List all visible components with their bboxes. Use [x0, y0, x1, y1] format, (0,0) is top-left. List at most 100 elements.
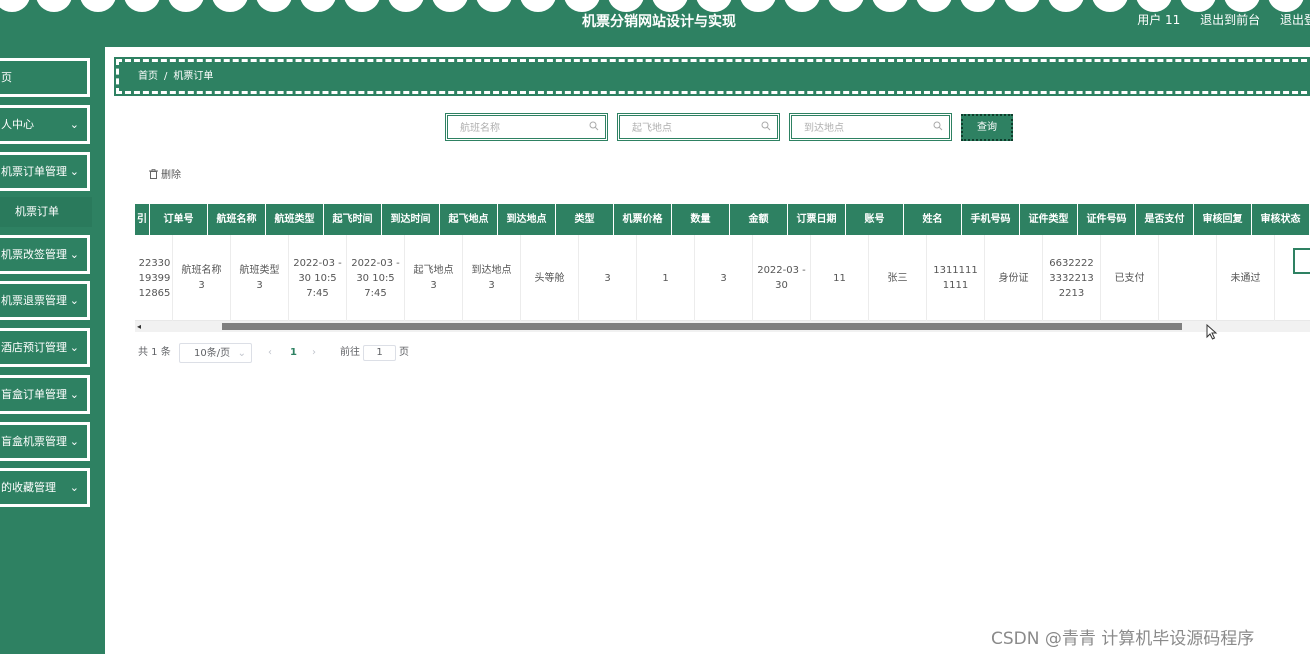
breadcrumb-separator: / — [164, 71, 168, 82]
sidebar-item-label: 机票改签管理 — [1, 248, 67, 261]
col-header: 机票价格 — [614, 204, 672, 235]
breadcrumb-home[interactable]: 首页 — [138, 71, 158, 82]
page-size-select[interactable]: 10条/页 ⌄ — [179, 343, 252, 363]
table-cell: 3 — [695, 235, 753, 321]
sidebar-item-ticket-change[interactable]: 机票改签管理 ⌄ — [0, 235, 90, 274]
breadcrumb-current: 机票订单 — [173, 71, 214, 82]
top-right-links: 用户 11 退出到前台 退出登 — [1121, 11, 1310, 28]
back-to-front-link[interactable]: 退出到前台 — [1200, 13, 1260, 27]
scrollbar-thumb[interactable] — [222, 323, 1182, 330]
table-cell-order-no: 2233019399 12865 — [135, 235, 173, 321]
goto-label: 前往 — [340, 347, 360, 358]
departure-search — [617, 113, 780, 141]
chevron-down-icon: ⌄ — [69, 435, 79, 448]
search-icon — [761, 121, 771, 131]
table-cell — [1159, 235, 1217, 321]
table-cell: 1311111 1111 — [927, 235, 985, 321]
horizontal-scrollbar[interactable]: ◂ — [135, 321, 1310, 332]
current-user: 用户 11 — [1137, 13, 1181, 27]
sidebar: 页 人中心 ⌄ 机票订单管理 ⌄ 机票订单 机票改签管理 ⌄ 机票退票管理 ⌄ 酒店预订… — [0, 47, 105, 654]
col-header: 类型 — [556, 204, 614, 235]
site-title: 机票分销网站设计与实现 — [582, 14, 736, 30]
sidebar-item-label: 盲盒订单管理 — [1, 388, 67, 401]
sidebar-item-label: 机票订单管理 — [1, 165, 67, 178]
table-header: 引 订单号 航班名称 航班类型 起飞时间 到达时间 起飞地点 到达地点 类型 机… — [135, 204, 1310, 235]
arrival-search — [789, 113, 952, 141]
scroll-left-arrow-icon[interactable]: ◂ — [137, 321, 141, 332]
sidebar-item-label: 盲盒机票管理 — [1, 435, 67, 448]
col-header: 起飞地点 — [440, 204, 498, 235]
col-header: 账号 — [846, 204, 904, 235]
table-cell: 已支付 — [1101, 235, 1159, 321]
delete-label: 删除 — [161, 170, 181, 181]
col-header: 数量 — [672, 204, 730, 235]
table-row[interactable]: 2233019399 12865 航班名称 3 航班类型 3 2022-03 -… — [135, 235, 1310, 321]
flight-name-search — [445, 113, 608, 141]
page-number[interactable]: 1 — [290, 343, 297, 363]
col-header: 证件号码 — [1078, 204, 1136, 235]
chevron-down-icon: ⌄ — [69, 341, 79, 354]
col-header: 航班类型 — [266, 204, 324, 235]
chevron-down-icon: ⌄ — [69, 118, 79, 131]
search-icon — [933, 121, 943, 131]
logout-link[interactable]: 退出登 — [1280, 13, 1310, 27]
col-header: 到达时间 — [382, 204, 440, 235]
delete-button[interactable]: 删除 — [149, 166, 181, 181]
col-header: 证件类型 — [1020, 204, 1078, 235]
prev-page-button[interactable]: ‹ — [268, 343, 272, 363]
col-header: 引 — [135, 204, 150, 235]
sidebar-item-blindbox-tickets[interactable]: 盲盒机票管理 ⌄ — [0, 422, 90, 461]
chevron-down-icon: ⌄ — [69, 248, 79, 261]
table-cell: 未通过 — [1217, 235, 1275, 321]
breadcrumb: 首页 / 机票订单 — [114, 57, 1310, 96]
sidebar-item-label: 的收藏管理 — [1, 481, 56, 494]
table-cell: 11 — [811, 235, 869, 321]
flight-name-input[interactable] — [448, 117, 605, 140]
chevron-down-icon: ⌄ — [69, 481, 79, 494]
sidebar-item-ticket-refund[interactable]: 机票退票管理 ⌄ — [0, 281, 90, 320]
table-cell: 1 — [637, 235, 695, 321]
table-cell: 3 — [579, 235, 637, 321]
table-cell: 身份证 — [985, 235, 1043, 321]
sidebar-item-label: 页 — [1, 71, 12, 84]
sidebar-item-label: 酒店预订管理 — [1, 341, 67, 354]
sidebar-subitem-ticket-order[interactable]: 机票订单 — [0, 197, 92, 227]
col-header: 审核状态 — [1252, 204, 1310, 235]
sidebar-item-favorites[interactable]: 的收藏管理 ⌄ — [0, 468, 90, 507]
sidebar-item-label: 机票退票管理 — [1, 294, 67, 307]
row-action-button[interactable] — [1293, 248, 1310, 274]
col-header: 姓名 — [904, 204, 962, 235]
col-header: 是否支付 — [1136, 204, 1194, 235]
table-cell: 张三 — [869, 235, 927, 321]
table-cell: 航班名称 3 — [173, 235, 231, 321]
table-cell: 到达地点 3 — [463, 235, 521, 321]
sidebar-item-home[interactable]: 页 — [0, 58, 90, 97]
chevron-down-icon: ⌄ — [69, 165, 79, 178]
goto-page-input[interactable]: 1 — [363, 345, 396, 361]
total-count: 共 1 条 — [138, 347, 171, 358]
orders-table: 引 订单号 航班名称 航班类型 起飞时间 到达时间 起飞地点 到达地点 类型 机… — [135, 204, 1310, 334]
search-icon — [589, 121, 599, 131]
table-cell: 头等舱 — [521, 235, 579, 321]
col-header: 手机号码 — [962, 204, 1020, 235]
watermark: CSDN @青青 计算机毕设源码程序 — [991, 629, 1255, 649]
trash-icon — [149, 169, 158, 179]
col-header: 金额 — [730, 204, 788, 235]
sidebar-item-personal-center[interactable]: 人中心 ⌄ — [0, 105, 90, 144]
sidebar-item-label: 人中心 — [1, 118, 34, 131]
next-page-button[interactable]: › — [312, 343, 316, 363]
arrival-input[interactable] — [792, 117, 949, 140]
chevron-down-icon: ⌄ — [69, 388, 79, 401]
mouse-cursor-icon — [1206, 324, 1218, 340]
sidebar-item-ticket-orders[interactable]: 机票订单管理 ⌄ — [0, 152, 90, 191]
top-header: 机票分销网站设计与实现 用户 11 退出到前台 退出登 — [0, 0, 1310, 47]
chevron-down-icon: ⌄ — [237, 348, 246, 359]
col-header: 订票日期 — [788, 204, 846, 235]
query-button[interactable]: 查询 — [961, 114, 1013, 141]
col-header: 订单号 — [150, 204, 208, 235]
sidebar-item-blindbox-orders[interactable]: 盲盒订单管理 ⌄ — [0, 375, 90, 414]
table-cell: 2022-03 -30 10:5 7:45 — [289, 235, 347, 321]
sidebar-item-hotel-booking[interactable]: 酒店预订管理 ⌄ — [0, 328, 90, 367]
col-header: 航班名称 — [208, 204, 266, 235]
departure-input[interactable] — [620, 117, 777, 140]
